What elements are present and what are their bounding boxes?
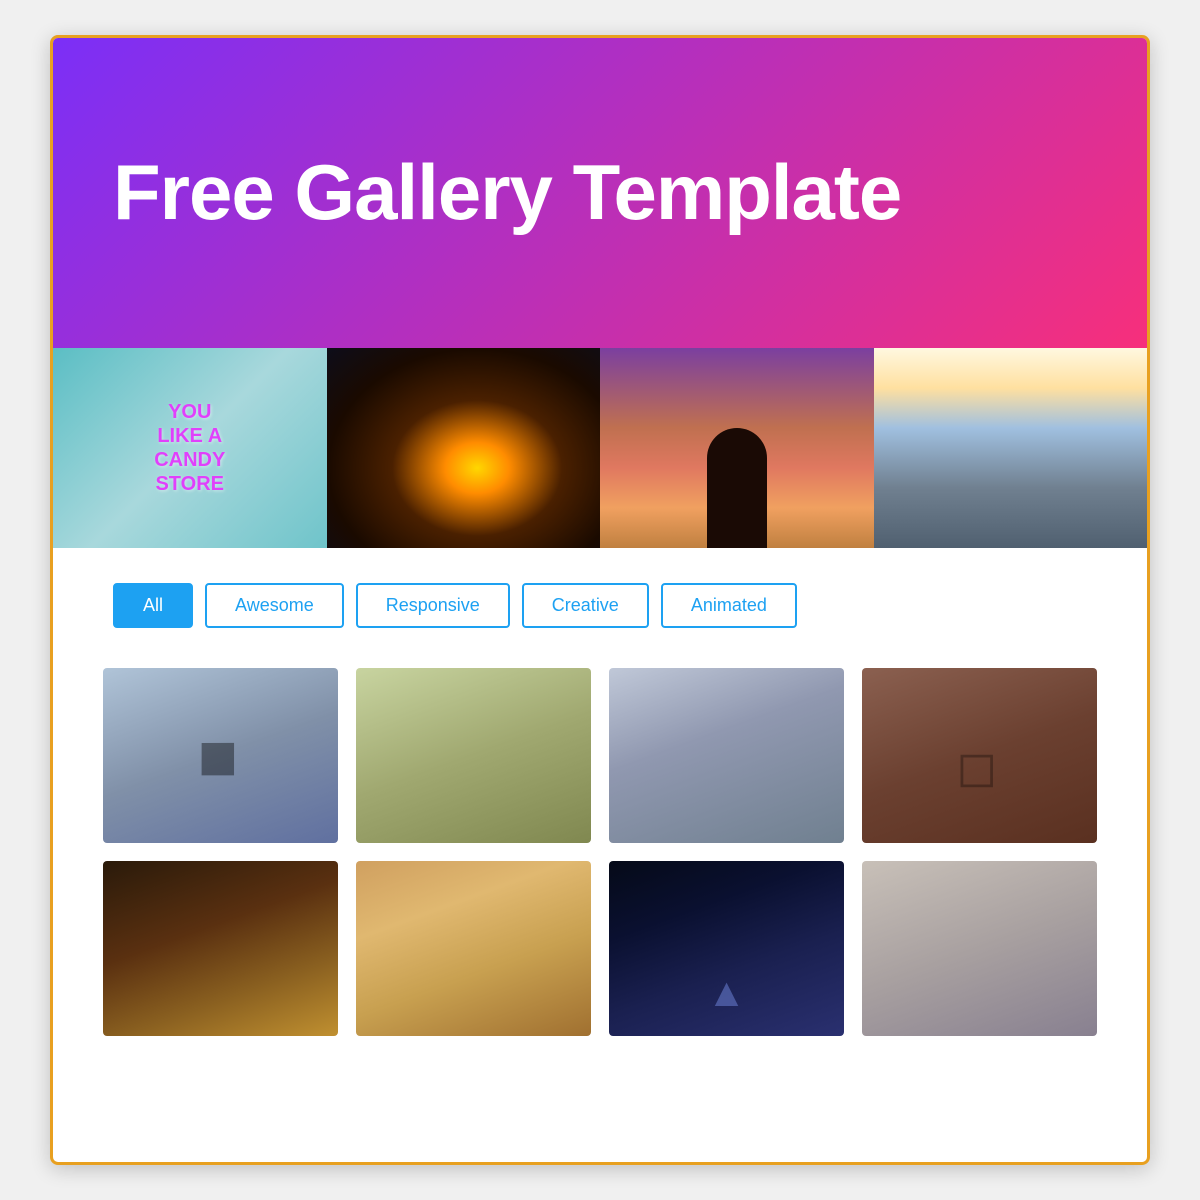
gallery-item-6[interactable] [356, 861, 591, 1036]
strip-image-lake [874, 348, 1148, 548]
filter-btn-responsive[interactable]: Responsive [356, 583, 510, 628]
page-title: Free Gallery Template [113, 150, 901, 236]
gallery-item-5[interactable] [103, 861, 338, 1036]
gallery-grid [103, 668, 1097, 1036]
filter-section: All Awesome Responsive Creative Animated [53, 548, 1147, 658]
gallery-item-1[interactable] [103, 668, 338, 843]
filter-btn-awesome[interactable]: Awesome [205, 583, 344, 628]
gallery-item-4[interactable] [862, 668, 1097, 843]
candy-text: YOULIKE ACANDYSTORE [154, 400, 225, 496]
image-strip: YOULIKE ACANDYSTORE [53, 348, 1147, 548]
gallery-item-7[interactable] [609, 861, 844, 1036]
hero-header: Free Gallery Template [53, 38, 1147, 348]
filter-btn-creative[interactable]: Creative [522, 583, 649, 628]
gallery-item-3[interactable] [609, 668, 844, 843]
gallery-item-8[interactable] [862, 861, 1097, 1036]
filter-btn-animated[interactable]: Animated [661, 583, 797, 628]
page-wrapper: Free Gallery Template YOULIKE ACANDYSTOR… [50, 35, 1150, 1165]
gallery-section [53, 658, 1147, 1076]
silhouette-shape [707, 428, 767, 548]
gallery-item-2[interactable] [356, 668, 591, 843]
strip-image-candy: YOULIKE ACANDYSTORE [53, 348, 327, 548]
filter-btn-all[interactable]: All [113, 583, 193, 628]
strip-image-silhouette [600, 348, 874, 548]
filter-buttons: All Awesome Responsive Creative Animated [113, 583, 1087, 628]
strip-image-sparkler [327, 348, 601, 548]
